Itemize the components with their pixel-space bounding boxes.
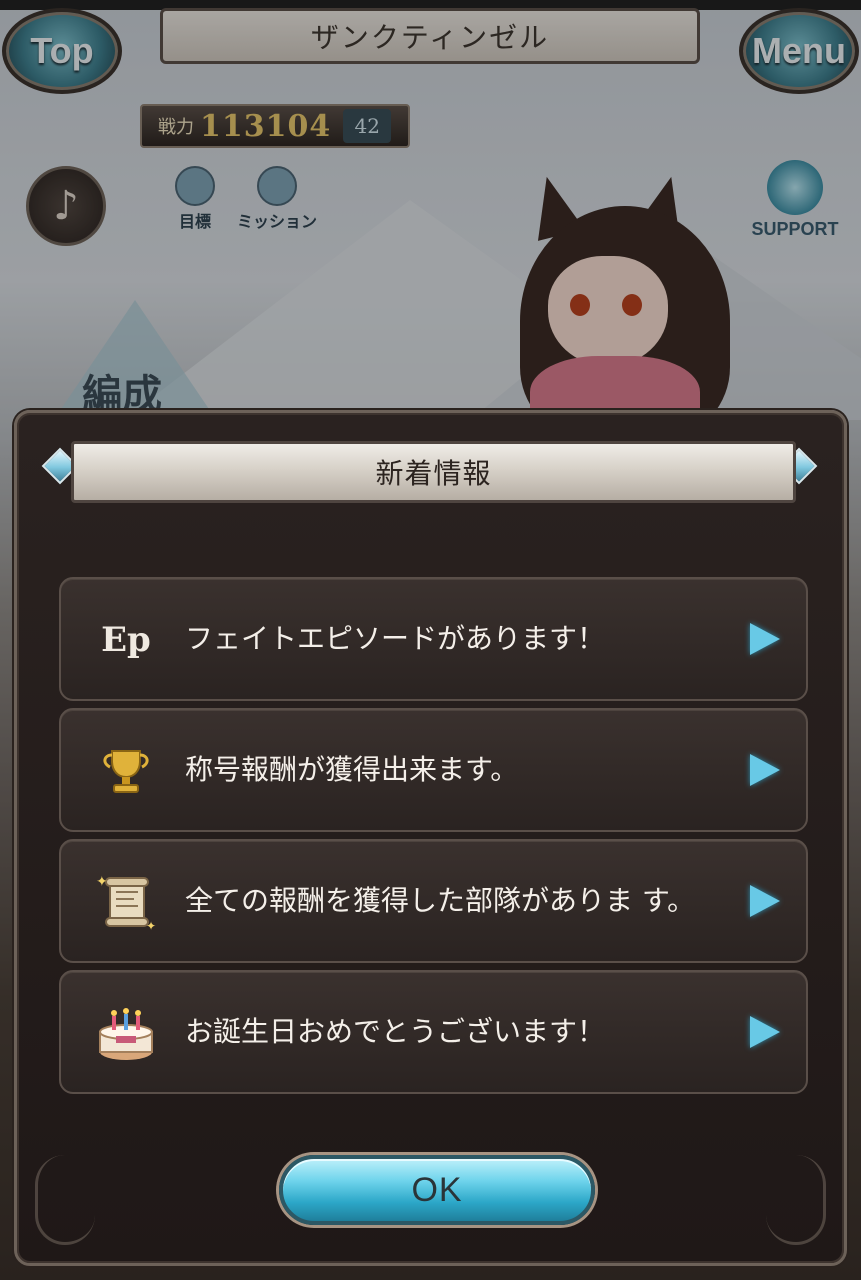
scroll-icon: ✦ ✦ — [89, 869, 163, 935]
list-item-text: お誕生日おめでとうございます！ — [185, 1015, 606, 1048]
chevron-right-icon[interactable] — [750, 623, 780, 655]
svg-text:✦: ✦ — [96, 874, 108, 890]
chevron-right-icon[interactable] — [750, 885, 780, 917]
list-item-title-reward[interactable]: 称号報酬が獲得出来ます。 — [59, 708, 808, 832]
svg-text:✦: ✦ — [146, 919, 156, 932]
ep-icon: Ep — [101, 620, 151, 660]
news-modal: 新着情報 Ep フェイトエピソードがあります！ 称号報酬が獲得出来ます。 ✦ ✦… — [14, 410, 847, 1266]
corner-ornament — [35, 1155, 95, 1245]
trophy-icon — [89, 738, 163, 804]
chevron-right-icon[interactable] — [750, 754, 780, 786]
birthday-cake-icon — [89, 1000, 163, 1066]
list-item-text: 全ての報酬を獲得した部隊がありま す。 — [185, 884, 696, 917]
corner-ornament — [766, 1155, 826, 1245]
list-item-text: 称号報酬が獲得出来ます。 — [185, 753, 519, 786]
ok-button[interactable]: OK — [279, 1155, 595, 1225]
modal-title: 新着情報 — [71, 441, 796, 503]
list-item-birthday[interactable]: お誕生日おめでとうございます！ — [59, 970, 808, 1094]
list-item-text: フェイトエピソードがあります！ — [185, 622, 606, 655]
list-item-squad-reward[interactable]: ✦ ✦ 全ての報酬を獲得した部隊がありま す。 — [59, 839, 808, 963]
chevron-right-icon[interactable] — [750, 1016, 780, 1048]
list-item-fate-episode[interactable]: Ep フェイトエピソードがあります！ — [59, 577, 808, 701]
